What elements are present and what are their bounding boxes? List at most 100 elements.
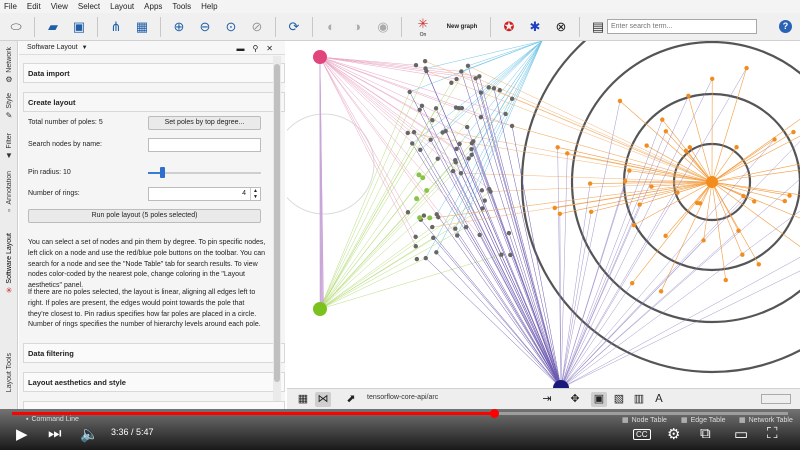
run-pole-layout-button[interactable]: Run pole layout (5 poles selected) bbox=[28, 209, 261, 223]
panel-title[interactable]: Software Layout bbox=[27, 44, 78, 51]
section-layout-aesthetics[interactable]: Layout aesthetics and style ∨ bbox=[23, 372, 285, 392]
play-icon[interactable]: ▶ bbox=[16, 425, 28, 443]
toolbar-separator bbox=[160, 16, 161, 37]
command-line-tab[interactable]: ▪ Command Line bbox=[26, 416, 79, 423]
annotation-text-icon[interactable]: Ａ bbox=[651, 392, 667, 407]
slider-handle[interactable] bbox=[160, 167, 165, 178]
grid-view-icon[interactable]: ▦ bbox=[295, 392, 311, 407]
graph-edge bbox=[319, 215, 425, 310]
zoom-fit-icon[interactable]: ⊙ bbox=[221, 17, 241, 37]
miniplayer-icon[interactable]: ⧉ bbox=[700, 425, 711, 442]
captions-button[interactable]: CC bbox=[633, 429, 651, 440]
table-icon[interactable]: ▥ bbox=[631, 392, 647, 407]
theater-mode-icon[interactable]: ▭ bbox=[734, 425, 748, 443]
progress-scrubber[interactable] bbox=[489, 409, 499, 418]
menu-view[interactable]: View bbox=[51, 2, 68, 11]
graph-edge bbox=[479, 234, 562, 388]
minimap-icon[interactable] bbox=[761, 394, 791, 404]
network-view-icon[interactable]: ⋈ bbox=[315, 392, 331, 407]
graph-node bbox=[413, 234, 418, 239]
section-data-filtering[interactable]: Data filtering ∨ bbox=[23, 343, 285, 363]
minimize-icon[interactable]: ▬ bbox=[236, 44, 244, 53]
graph-node bbox=[552, 205, 557, 211]
chevron-down-icon[interactable]: ▼ bbox=[82, 45, 88, 51]
help-icon[interactable]: ? bbox=[779, 20, 792, 33]
tab-layout-tools[interactable]: Layout Tools bbox=[0, 353, 18, 392]
network-on-icon[interactable]: ✳ On bbox=[410, 16, 436, 38]
graph-edge bbox=[467, 65, 562, 388]
hide-icon[interactable]: ◐ bbox=[321, 17, 341, 37]
pin-radius-slider[interactable] bbox=[148, 167, 261, 179]
show-icon[interactable]: ◑ bbox=[347, 17, 367, 37]
document-icon[interactable]: ▤ bbox=[588, 17, 608, 37]
graph-node bbox=[434, 212, 439, 217]
scrollbar-thumb[interactable] bbox=[274, 64, 280, 382]
graph-edge bbox=[560, 141, 800, 388]
node-table-tab[interactable]: ▦ Node Table bbox=[622, 416, 667, 425]
zoom-out-icon[interactable]: ⊖ bbox=[195, 17, 215, 37]
settings-gear-icon[interactable]: ⚙ bbox=[667, 425, 680, 443]
set-poles-button[interactable]: Set poles by top degree... bbox=[148, 116, 261, 130]
select-box-icon[interactable]: ▣ bbox=[591, 392, 607, 407]
graph-edge bbox=[560, 131, 667, 388]
volume-icon[interactable]: 🔈 bbox=[80, 425, 99, 443]
graph-node bbox=[456, 106, 461, 111]
graph-edge bbox=[461, 71, 562, 388]
graph-edge bbox=[456, 235, 562, 388]
menu-layout[interactable]: Layout bbox=[110, 2, 134, 11]
graph-node bbox=[499, 252, 504, 257]
menu-help[interactable]: Help bbox=[201, 2, 217, 11]
new-graph-icon[interactable]: New graph bbox=[442, 17, 482, 37]
table-icon: ▦ bbox=[681, 417, 688, 424]
search-input[interactable] bbox=[607, 19, 757, 34]
fullscreen-icon[interactable]: ⛶ bbox=[767, 425, 778, 442]
tab-style[interactable]: Style ✎ bbox=[0, 93, 18, 120]
menu-edit[interactable]: Edit bbox=[27, 2, 41, 11]
graph-edge bbox=[471, 149, 562, 388]
import-network-icon[interactable]: ⋔ bbox=[106, 17, 126, 37]
network-graph[interactable] bbox=[287, 41, 800, 388]
menu-file[interactable]: File bbox=[4, 2, 17, 11]
next-icon[interactable]: ⏭ bbox=[48, 425, 62, 442]
open-folder-icon[interactable]: ▰ bbox=[43, 17, 63, 37]
eye-icon[interactable]: ◉ bbox=[373, 17, 393, 37]
close-circle-icon[interactable]: ⊗ bbox=[551, 17, 571, 37]
settings-icon[interactable]: ✱ bbox=[525, 17, 545, 37]
menu-apps[interactable]: Apps bbox=[144, 2, 162, 11]
section-create-layout[interactable]: Create layout ∧ bbox=[23, 92, 285, 112]
tab-network[interactable]: Network ⚙ bbox=[0, 47, 18, 84]
zoom-in-icon[interactable]: ⊕ bbox=[169, 17, 189, 37]
export-icon[interactable]: ⇥ bbox=[539, 392, 555, 407]
graph-edge bbox=[319, 56, 480, 236]
expand-icon[interactable]: ⬈ bbox=[343, 392, 359, 407]
pin-icon[interactable]: ⚲ bbox=[252, 44, 258, 53]
tab-annotation[interactable]: Annotation ▫ bbox=[0, 171, 18, 215]
save-icon[interactable]: ▣ bbox=[69, 17, 89, 37]
section-data-import[interactable]: Data import ∨ bbox=[23, 63, 285, 83]
rings-spinner[interactable]: 4 ▲ ▼ bbox=[148, 187, 261, 201]
panel-scrollbar[interactable] bbox=[273, 56, 281, 401]
graph-edge bbox=[711, 181, 785, 202]
edge-table-tab[interactable]: ▦ Edge Table bbox=[681, 416, 726, 425]
menu-tools[interactable]: Tools bbox=[172, 2, 191, 11]
apps-icon[interactable]: ✪ bbox=[499, 17, 519, 37]
progress-bar[interactable] bbox=[12, 409, 788, 418]
cytoscape-logo-icon[interactable]: ⬭ bbox=[6, 17, 26, 37]
network-table-tab[interactable]: ▦ Network Table bbox=[739, 416, 793, 425]
graph-node bbox=[782, 198, 787, 204]
refresh-icon[interactable]: ⟳ bbox=[284, 17, 304, 37]
search-nodes-input[interactable] bbox=[148, 138, 261, 152]
tab-software-layout[interactable]: Software Layout ✳ bbox=[0, 233, 18, 295]
graph-node bbox=[424, 188, 430, 194]
spinner-arrows-icon[interactable]: ▲ ▼ bbox=[250, 188, 260, 200]
zoom-selected-icon[interactable]: ⊘ bbox=[247, 17, 267, 37]
graph-node bbox=[454, 146, 459, 152]
close-icon[interactable]: ✕ bbox=[266, 44, 273, 53]
tab-filter[interactable]: Filter ▼ bbox=[0, 133, 18, 160]
network-canvas[interactable] bbox=[287, 41, 800, 388]
graph-node bbox=[637, 202, 642, 207]
hatch-box-icon[interactable]: ▧ bbox=[611, 392, 627, 407]
fit-arrows-icon[interactable]: ✥ bbox=[567, 392, 583, 407]
import-table-icon[interactable]: ▦ bbox=[132, 17, 152, 37]
menu-select[interactable]: Select bbox=[78, 2, 100, 11]
